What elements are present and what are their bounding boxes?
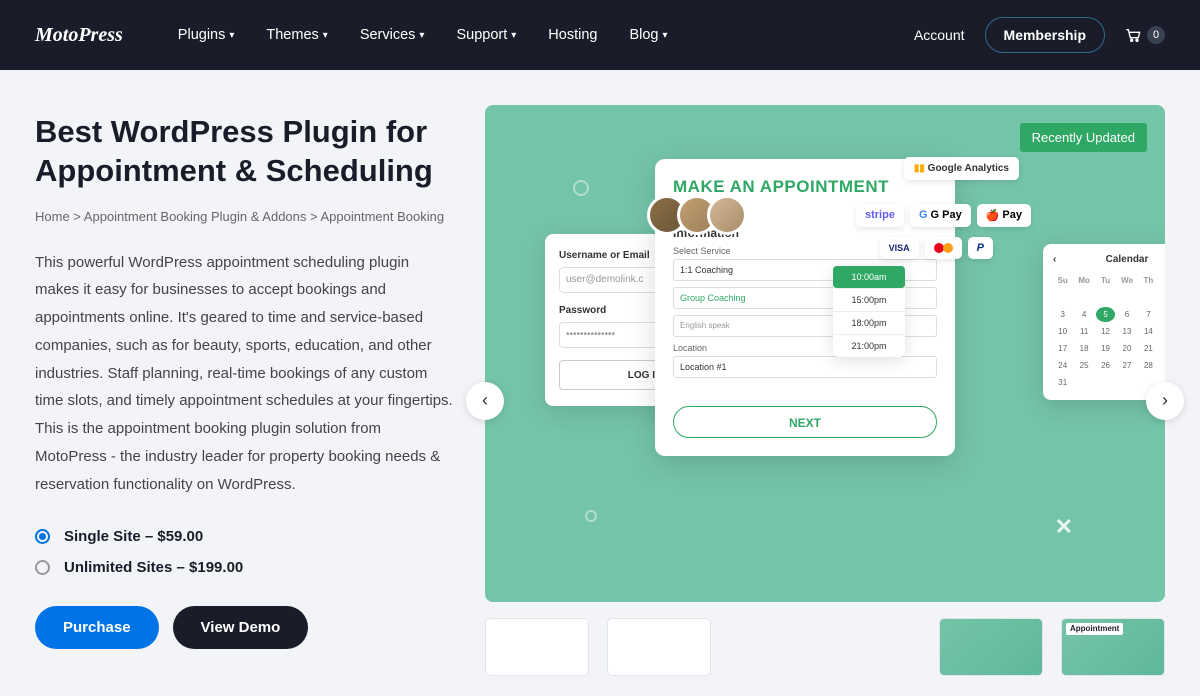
nav-hosting[interactable]: Hosting <box>548 27 597 43</box>
mock-next-button: NEXT <box>673 406 937 438</box>
timeslot: 18:00pm <box>833 312 905 335</box>
radio-unchecked-icon <box>35 560 50 575</box>
price-label: Unlimited Sites – $199.00 <box>64 559 243 576</box>
chevron-down-icon: ▾ <box>229 30 234 41</box>
carousel-thumbnails: Appointment <box>485 618 1165 696</box>
visa-badge: VISA <box>880 237 919 259</box>
chevron-down-icon: ▾ <box>419 30 424 41</box>
price-option-unlimited[interactable]: Unlimited Sites – $199.00 <box>35 559 455 576</box>
apple-pay-badge: 🍎Pay <box>977 204 1031 227</box>
cart-count-badge: 0 <box>1147 26 1165 44</box>
carousel-prev-button[interactable]: ‹ <box>466 382 504 420</box>
mock-avatars <box>647 195 747 235</box>
thumbnail[interactable] <box>607 618 711 676</box>
radio-checked-icon <box>35 529 50 544</box>
product-carousel: Recently Updated ✕ + Username or Email u… <box>485 105 1165 602</box>
cart-button[interactable]: 0 <box>1125 26 1165 44</box>
chevron-down-icon: ▾ <box>662 30 667 41</box>
chevron-down-icon: ▾ <box>511 30 516 41</box>
nav-plugins[interactable]: Plugins▾ <box>178 27 235 43</box>
logo[interactable]: MotoPress <box>35 24 123 47</box>
google-analytics-badge: ▮▮ Google Analytics <box>904 157 1019 180</box>
thumbnail[interactable]: Appointment <box>1061 618 1165 676</box>
payment-badges: stripe G G Pay 🍎Pay <box>856 204 1031 227</box>
chevron-down-icon: ▾ <box>323 30 328 41</box>
mock-timeslots: 10:00am 15:00pm 18:00pm 21:00pm <box>833 266 905 357</box>
carousel-next-button[interactable]: › <box>1146 382 1184 420</box>
breadcrumb-home[interactable]: Home <box>35 209 70 224</box>
card-badges: VISA P <box>880 237 993 259</box>
paypal-badge: P <box>968 237 993 259</box>
mock-appt-title: MAKE AN APPOINTMENT <box>673 177 937 197</box>
mastercard-badge <box>925 237 962 259</box>
updated-badge: Recently Updated <box>1020 123 1147 152</box>
timeslot: 21:00pm <box>833 335 905 357</box>
mock-calendar: ‹Calendar› SuMoTuWeThFrSa123456789101112… <box>1043 244 1165 400</box>
price-option-single[interactable]: Single Site – $59.00 <box>35 528 455 545</box>
price-label: Single Site – $59.00 <box>64 528 203 545</box>
account-link[interactable]: Account <box>914 27 965 43</box>
mock-select: Location #1 <box>673 356 937 378</box>
breadcrumb-category[interactable]: Appointment Booking Plugin & Addons <box>84 209 307 224</box>
view-demo-button[interactable]: View Demo <box>173 606 309 649</box>
product-description: This powerful WordPress appointment sche… <box>35 249 455 499</box>
nav-themes[interactable]: Themes▾ <box>266 27 327 43</box>
nav-services[interactable]: Services▾ <box>360 27 425 43</box>
timeslot: 15:00pm <box>833 289 905 312</box>
nav-blog[interactable]: Blog▾ <box>629 27 667 43</box>
membership-button[interactable]: Membership <box>985 17 1105 53</box>
purchase-button[interactable]: Purchase <box>35 606 159 649</box>
cart-icon <box>1125 28 1141 42</box>
page-title: Best WordPress Plugin for Appointment & … <box>35 113 455 191</box>
gpay-badge: G G Pay <box>910 204 971 227</box>
stripe-badge: stripe <box>856 204 904 227</box>
mock-appointment-card: MAKE AN APPOINTMENT Let's Start Informat… <box>655 159 955 456</box>
thumb-label: Appointment <box>1066 623 1123 635</box>
nav-support[interactable]: Support▾ <box>456 27 516 43</box>
breadcrumb: Home > Appointment Booking Plugin & Addo… <box>35 209 455 224</box>
calendar-title: Calendar <box>1106 254 1149 265</box>
timeslot: 10:00am <box>833 266 905 289</box>
thumbnail[interactable] <box>485 618 589 676</box>
breadcrumb-current: Appointment Booking <box>321 209 445 224</box>
thumbnail[interactable] <box>939 618 1043 676</box>
avatar <box>707 195 747 235</box>
